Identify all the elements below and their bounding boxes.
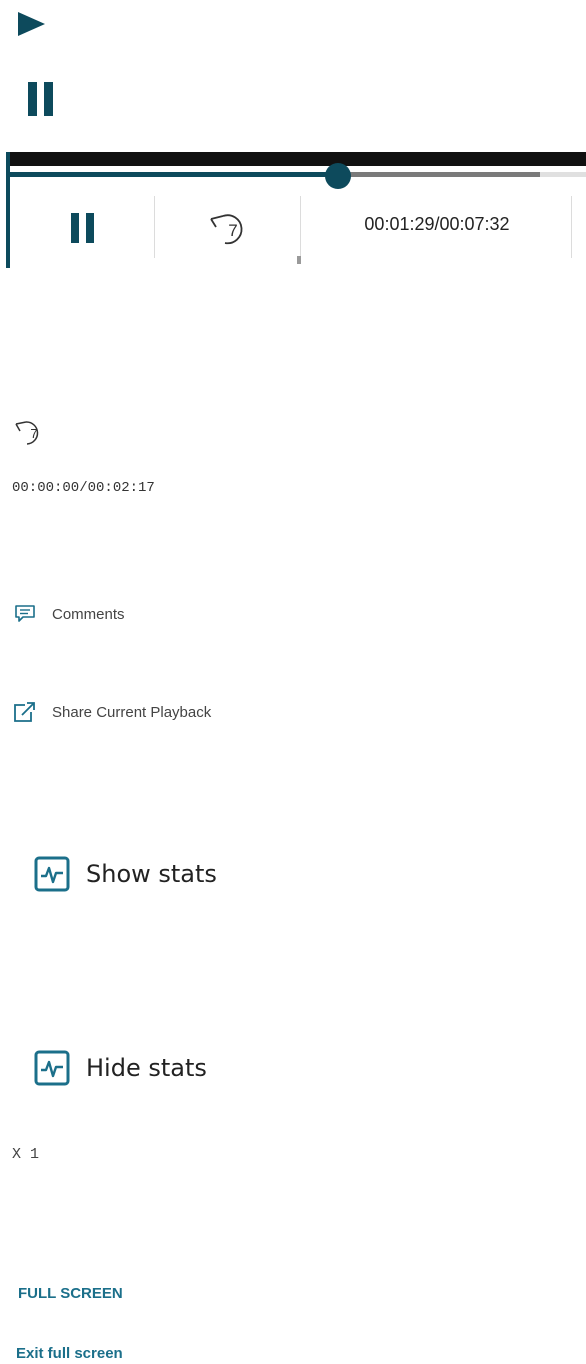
player-left-border bbox=[6, 152, 10, 268]
control-divider bbox=[571, 196, 572, 258]
time-display: 00:01:29/00:07:32 bbox=[364, 214, 510, 234]
video-area-edge bbox=[6, 152, 586, 166]
share-label: Share Current Playback bbox=[52, 703, 212, 721]
rewind-7-icon: 7 bbox=[210, 214, 243, 245]
time-display-small: 00:00:00/00:02:17 bbox=[12, 480, 155, 496]
comment-icon bbox=[15, 605, 35, 622]
player-control-bar: 7 00:01:29/00:07:32 bbox=[6, 152, 586, 268]
resize-handle[interactable] bbox=[297, 256, 301, 264]
rewind-button-small[interactable]: 7 bbox=[12, 414, 52, 450]
rewind-seconds: 7 bbox=[228, 221, 237, 240]
share-playback-button[interactable]: Share Current Playback bbox=[12, 700, 211, 724]
control-divider bbox=[300, 196, 301, 258]
stats-icon bbox=[34, 1050, 70, 1086]
rewind-button[interactable]: 7 bbox=[186, 202, 276, 252]
comments-label: Comments bbox=[52, 605, 125, 623]
show-stats-button[interactable]: Show stats bbox=[34, 856, 217, 892]
seek-handle[interactable] bbox=[325, 163, 352, 189]
rewind-seconds: 7 bbox=[30, 426, 37, 441]
comments-button[interactable]: Comments bbox=[14, 604, 125, 624]
hide-stats-label: Hide stats bbox=[86, 1054, 207, 1082]
show-stats-label: Show stats bbox=[86, 860, 217, 888]
hide-stats-button[interactable]: Hide stats bbox=[34, 1050, 207, 1086]
pause-button[interactable] bbox=[48, 206, 118, 250]
control-divider bbox=[154, 196, 155, 258]
exit-full-screen-button[interactable]: Exit full screen bbox=[16, 1345, 123, 1362]
pause-icon bbox=[71, 213, 94, 243]
stats-icon bbox=[34, 856, 70, 892]
play-icon[interactable] bbox=[18, 12, 46, 36]
full-screen-button[interactable]: FULL SCREEN bbox=[18, 1285, 123, 1302]
playback-speed[interactable]: X 1 bbox=[12, 1146, 39, 1163]
pause-icon[interactable] bbox=[28, 82, 54, 116]
share-icon bbox=[14, 702, 35, 722]
seek-played bbox=[10, 172, 339, 177]
rewind-7-icon: 7 bbox=[15, 421, 39, 445]
